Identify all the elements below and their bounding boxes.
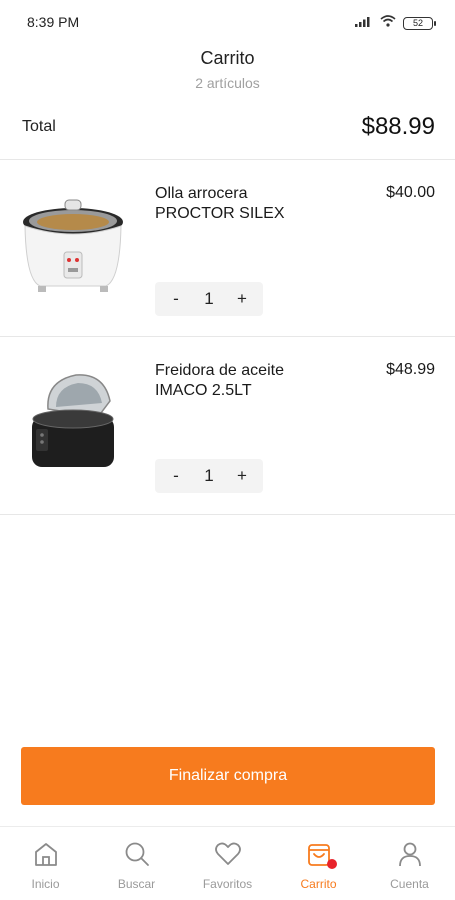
nav-label: Carrito <box>300 877 337 891</box>
quantity-value: 1 <box>204 289 214 308</box>
nav-label: Buscar <box>117 877 156 891</box>
user-icon <box>395 839 425 869</box>
wifi-icon <box>380 14 396 32</box>
product-image-rice-cooker[interactable] <box>18 190 128 300</box>
product-price: $48.99 <box>386 361 435 378</box>
status-icons: 52 <box>355 14 436 32</box>
nav-item-carrito[interactable]: Carrito <box>273 827 364 900</box>
total-value: $88.99 <box>361 113 435 140</box>
decrement-button[interactable]: - <box>169 289 183 309</box>
cart-item: Olla arrocera PROCTOR SILEX $40.00 - 1 + <box>0 160 455 336</box>
battery-icon: 52 <box>403 16 436 30</box>
notification-dot <box>326 859 337 869</box>
nav-item-favoritos[interactable]: Favoritos <box>182 827 273 900</box>
nav-label: Inicio <box>31 877 60 891</box>
nav-label: Favoritos <box>202 877 253 891</box>
nav-item-buscar[interactable]: Buscar <box>91 827 182 900</box>
total-row: Total $88.99 <box>22 108 435 146</box>
increment-button[interactable]: + <box>235 289 249 309</box>
bottom-nav: Inicio Buscar Favoritos Carrito Cuenta <box>0 826 455 900</box>
status-time: 8:39 PM <box>27 14 80 30</box>
increment-button[interactable]: + <box>235 466 249 486</box>
nav-item-cuenta[interactable]: Cuenta <box>364 827 455 900</box>
total-label: Total <box>22 118 56 135</box>
search-icon <box>122 839 152 869</box>
quantity-value: 1 <box>204 466 214 485</box>
cart-item: Freidora de aceite IMACO 2.5LT $48.99 - … <box>0 337 455 513</box>
item-count: 2 artículos <box>195 75 260 91</box>
product-price: $40.00 <box>386 184 435 201</box>
nav-label: Cuenta <box>390 877 429 891</box>
status-bar: 8:39 PM 52 <box>0 0 455 44</box>
heart-icon <box>213 839 243 869</box>
cart-screen: 8:39 PM 52 Carrito 2 artículos Total $88… <box>0 0 455 900</box>
product-name[interactable]: Olla arrocera PROCTOR SILEX <box>155 184 355 224</box>
checkout-button[interactable]: Finalizar compra <box>21 747 435 805</box>
decrement-button[interactable]: - <box>169 466 183 486</box>
nav-item-inicio[interactable]: Inicio <box>0 827 91 900</box>
product-name[interactable]: Freidora de aceite IMACO 2.5LT <box>155 361 355 401</box>
quantity-stepper: - 1 + <box>155 459 263 493</box>
quantity-stepper: - 1 + <box>155 282 263 316</box>
home-icon <box>31 839 61 869</box>
page-title: Carrito <box>200 48 255 68</box>
divider <box>0 514 455 515</box>
product-image-deep-fryer[interactable] <box>18 367 128 477</box>
cart-icon <box>304 839 337 869</box>
cart-header: Carrito 2 artículos <box>0 48 455 91</box>
signal-icon <box>355 14 373 32</box>
